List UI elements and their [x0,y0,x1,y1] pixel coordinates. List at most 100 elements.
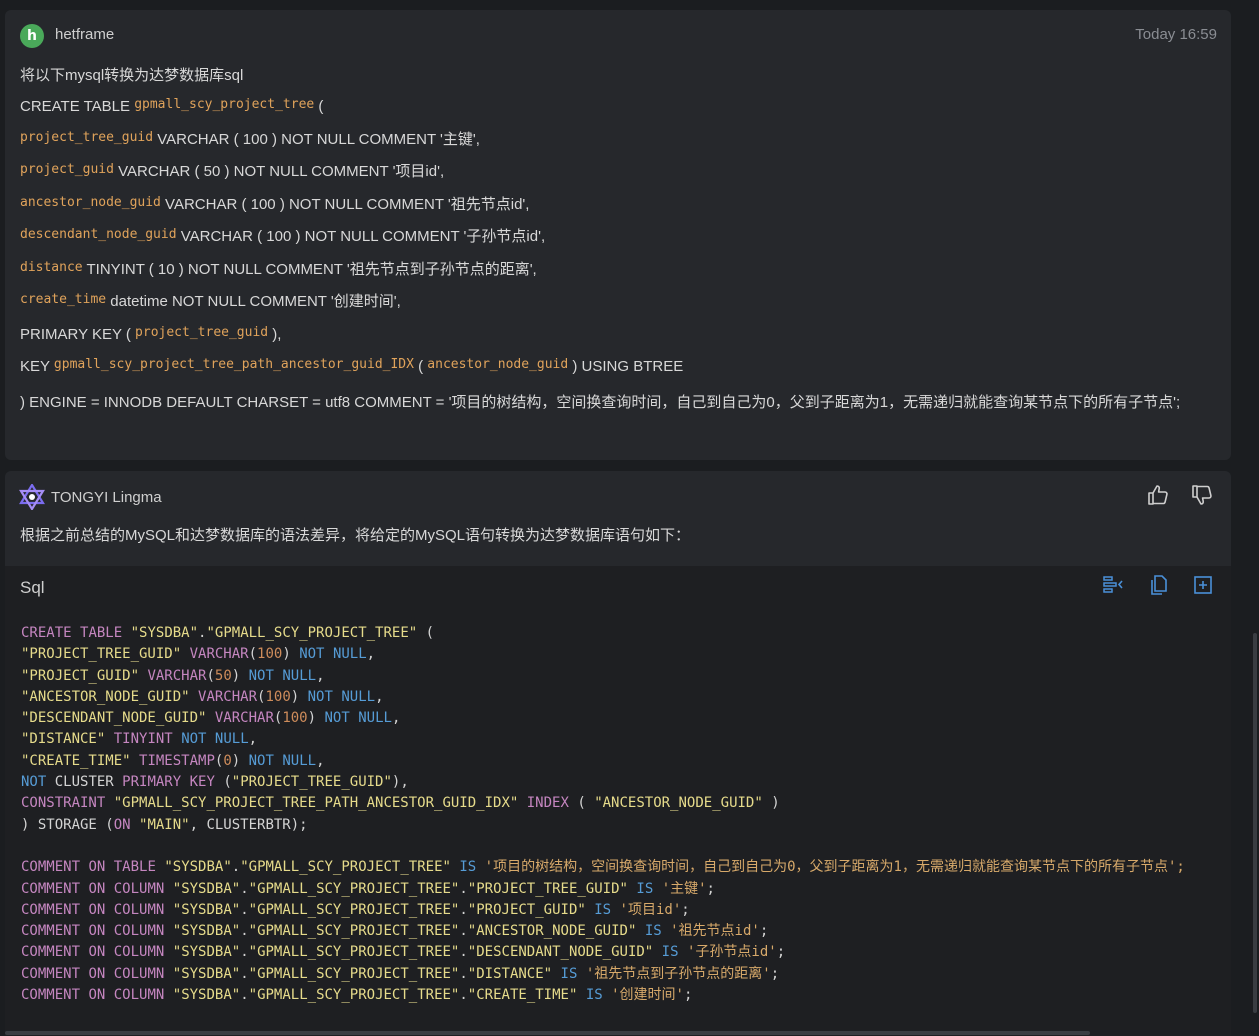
code-token: NOT [299,646,325,663]
code-token: COLUMN [113,944,165,961]
code-token: NULL [214,731,249,748]
user-message: h hetframe Today 16:59 将以下mysql转换为达梦数据库s… [5,10,1231,460]
code-line: "ANCESTOR_NODE_GUID" VARCHAR(100) NOT NU… [21,687,1185,708]
code-token: NOT [307,688,333,705]
thumbs-down-icon[interactable] [1190,483,1214,507]
code-token: "SYSDBA" [130,625,199,641]
vertical-scrollbar[interactable] [1253,633,1257,1013]
code-token: ; [706,880,715,897]
code-line: "DESCENDANT_NODE_GUID" VARCHAR(100) NOT … [21,708,1185,729]
code-token: NOT [248,752,274,769]
code-token: NULL [332,646,367,663]
code-token: "DISTANCE" [467,965,553,982]
thumbs-up-icon[interactable] [1146,483,1170,507]
code-token: VARCHAR [147,667,207,684]
code-token: "DISTANCE" [21,731,106,748]
code-token: "SYSDBA" [164,859,232,876]
inline-code: gpmall_scy_project_tree_path_ancestor_gu… [53,357,414,372]
code-token: NULL [341,688,376,705]
inline-code: ancestor_node_guid [20,194,161,210]
code-token: "GPMALL_SCY_PROJECT_TREE" [206,625,418,641]
copy-icon[interactable] [1148,574,1170,596]
code-token: ; [776,944,786,961]
code-token: . [240,923,249,940]
code-token: . [240,965,249,982]
code-token: "SYSDBA" [172,987,241,1004]
message-text: datetime NOT NULL COMMENT '创建时间', [106,293,401,310]
code-token: ON [88,965,106,982]
code-line: COMMENT ON COLUMN "SYSDBA"."GPMALL_SCY_P… [21,921,1185,942]
code-token: ; [770,965,780,982]
code-token: "PROJECT_TREE_GUID" [231,774,392,791]
code-token: COMMENT [21,880,81,897]
code-token: IS [585,987,603,1004]
message-text: VARCHAR ( 100 ) NOT NULL COMMENT '祖先节点id… [160,195,530,213]
code-line: "DISTANCE" TINYINT NOT NULL, [21,729,1185,750]
inline-code: project_guid [20,162,114,177]
horizontal-scrollbar[interactable] [5,1031,1090,1035]
message-text: CREATE TABLE [20,98,135,115]
code-token: IS [594,901,612,918]
message-line: PRIMARY KEY ( project_tree_guid ), [20,324,1217,357]
insert-code-icon[interactable] [1102,574,1124,596]
tongyi-logo-icon [19,484,45,510]
code-token: . [240,944,249,961]
code-token: '创建时间' [611,987,684,1004]
message-line: create_time datetime NOT NULL COMMENT '创… [20,291,1217,324]
code-token: "SYSDBA" [172,901,241,918]
code-token: NOT [181,731,207,748]
code-token: . [459,880,468,897]
code-token: "ANCESTOR_NODE_GUID" [467,923,637,940]
code-token: "PROJECT_TREE_GUID" [21,646,182,663]
code-token: , [316,752,325,769]
code-line: ) STORAGE (ON "MAIN", CLUSTERBTR); [21,815,1185,836]
code-token: ; [683,987,693,1004]
code-token: , [316,667,325,684]
user-message-body: 将以下mysql转换为达梦数据库sql CREATE TABLE gpmall_s… [20,65,1217,417]
code-token: ) [231,667,249,684]
message-line: 将以下mysql转换为达梦数据库sql [20,65,1217,96]
code-token: '项目id' [619,901,682,918]
code-token: 100 [265,688,291,705]
code-token: . [459,987,468,1004]
code-line: CREATE TABLE "SYSDBA"."GPMALL_SCY_PROJEC… [21,623,1185,644]
message-text: ( [413,358,428,375]
code-token: "GPMALL_SCY_PROJECT_TREE" [248,987,460,1004]
user-avatar: h [20,24,44,48]
code-token: "GPMALL_SCY_PROJECT_TREE" [248,944,460,961]
ai-message: TONGYI Lingma 根据之前总结的MySQL和达梦数据库的语法差异，将给… [5,471,1231,566]
code-token: ) [282,646,300,663]
code-token: . [459,944,468,961]
message-line: project_guid VARCHAR ( 50 ) NOT NULL COM… [20,161,1217,194]
code-token: , [375,688,384,705]
code-token: "GPMALL_SCY_PROJECT_TREE" [248,901,460,918]
code-token: '主键' [661,880,707,897]
code-token: ) [762,795,780,812]
code-token: ) [290,688,308,705]
code-token: TIMESTAMP [139,752,215,769]
message-text: KEY [20,358,54,375]
message-text: 将以下mysql转换为达梦数据库sql [20,67,244,84]
code-line: "CREATE_TIME" TIMESTAMP(0) NOT NULL, [21,751,1185,772]
new-file-icon[interactable] [1192,574,1214,596]
code-token: CREATE [21,625,72,641]
